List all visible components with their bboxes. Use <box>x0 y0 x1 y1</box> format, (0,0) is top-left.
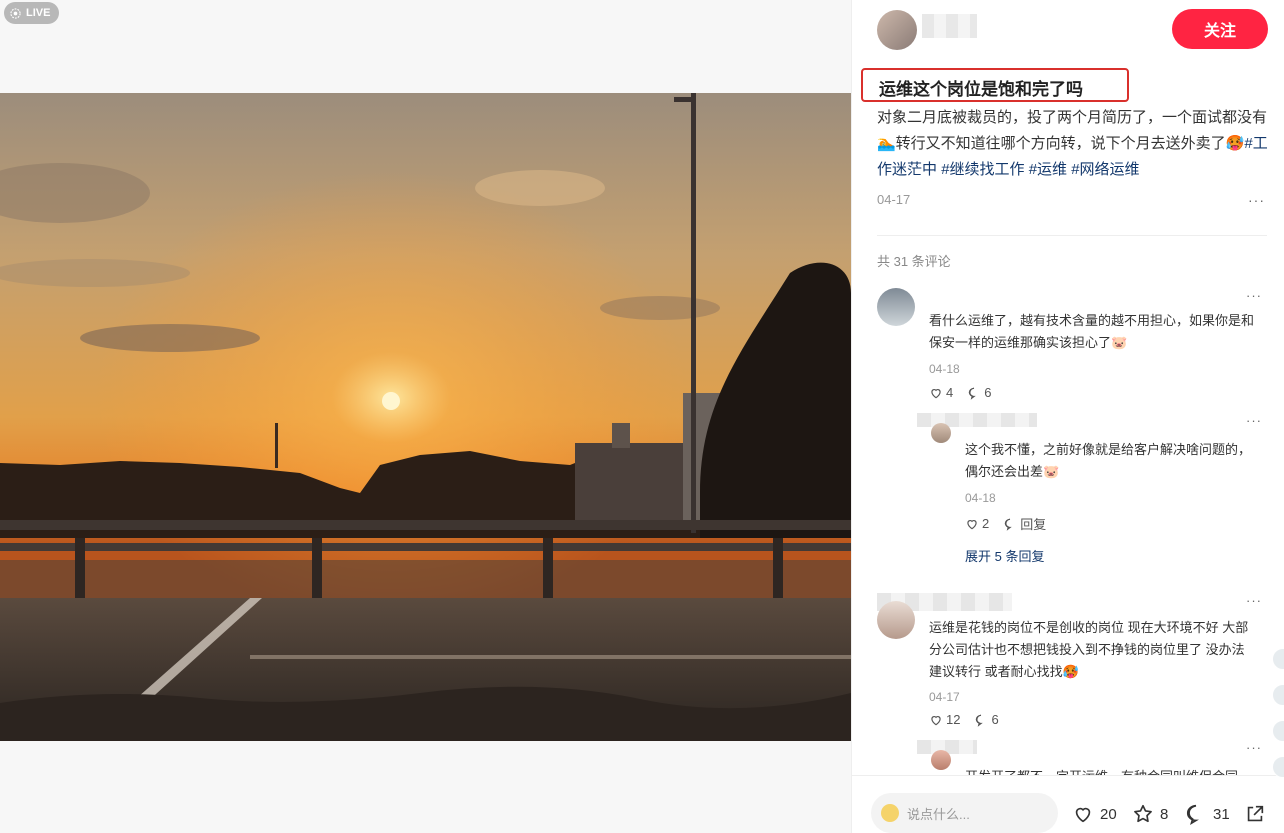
comment-like-button[interactable]: 12 <box>929 712 960 727</box>
heart-icon <box>1075 807 1091 823</box>
live-label: LIVE <box>26 7 51 19</box>
emoji-icon[interactable] <box>881 804 899 822</box>
reply-actions: 2 回复 <box>965 514 1046 533</box>
like-count: 20 <box>1100 805 1117 823</box>
star-icon <box>1134 804 1152 823</box>
sunset-photo-image <box>0 93 851 741</box>
comment-item: ··· 运维是花钱的岗位不是创收的岗位 现在大环境不好 大部分公司估计也不想把钱… <box>877 593 1262 727</box>
share-button[interactable] <box>1244 803 1266 825</box>
post-date: 04-17 <box>877 192 911 207</box>
comment-like-button[interactable]: 4 <box>929 385 953 400</box>
reply-more-icon[interactable]: ··· <box>1246 413 1262 428</box>
reply-like-button[interactable]: 2 <box>965 516 989 531</box>
comment-total: 31 <box>1213 805 1230 823</box>
comment-reply-button[interactable]: 6 <box>967 385 991 400</box>
comment-more-icon[interactable]: ··· <box>1246 593 1262 608</box>
expand-replies-link[interactable]: 展开 5 条回复 <box>965 546 1044 565</box>
live-badge[interactable]: LIVE <box>4 2 60 24</box>
replier-avatar[interactable] <box>931 423 951 443</box>
heart-icon <box>931 715 941 725</box>
live-photo-icon <box>10 7 21 19</box>
media-viewer: LIVE <box>0 0 851 833</box>
hashtag-link[interactable]: #继续找工作 <box>941 161 1024 178</box>
heart-icon <box>931 388 941 398</box>
collect-count: 8 <box>1160 805 1169 823</box>
post-title: 运维这个岗位是饱和完了吗 <box>861 68 1129 102</box>
side-avatar[interactable] <box>1272 684 1284 706</box>
interaction-bar: 说点什么... 20 8 31 <box>852 775 1284 833</box>
chat-bubble-icon <box>1187 804 1199 825</box>
like-button[interactable]: 20 <box>1072 803 1117 825</box>
commenter-avatar[interactable] <box>877 601 915 639</box>
side-avatar[interactable] <box>1272 648 1284 670</box>
replier-avatar[interactable] <box>931 750 951 770</box>
follow-button[interactable]: 关注 <box>1172 9 1268 49</box>
hashtag-link[interactable]: #网络运维 <box>1071 161 1139 178</box>
divider <box>877 235 1267 236</box>
chat-bubble-icon <box>969 387 976 400</box>
post-detail-panel: 关注 运维这个岗位是饱和完了吗 对象二月底被裁员的，投了两个月简历了，一个面试都… <box>851 0 1284 833</box>
side-avatar[interactable] <box>1272 720 1284 742</box>
post-photo[interactable] <box>0 93 851 741</box>
hashtag-link[interactable]: #运维 <box>1029 161 1067 178</box>
reply-more-icon[interactable]: ··· <box>1246 740 1262 755</box>
comment-button[interactable]: 31 <box>1185 803 1230 825</box>
comment-like-count: 4 <box>946 385 954 400</box>
chat-bubble-icon <box>976 714 984 727</box>
comment-date: 04-17 <box>929 690 960 704</box>
comment-count: 共 31 条评论 <box>877 254 951 269</box>
chat-bubble-icon <box>1005 518 1012 531</box>
heart-icon <box>967 519 977 529</box>
post-more-icon[interactable]: ··· <box>1248 192 1265 208</box>
reply-text: 这个我不懂，之前好像就是给客户解决啥问题的，偶尔还会出差🐷 <box>965 442 1252 479</box>
comment-text: 看什么运维了，越有技术含量的越不用担心，如果你是和保安一样的运维那确实该担心了🐷 <box>929 313 1255 350</box>
reply-date: 04-18 <box>965 491 996 505</box>
author-row: 关注 <box>852 0 1284 58</box>
collect-button[interactable]: 8 <box>1132 803 1168 825</box>
post-description: 对象二月底被裁员的，投了两个月简历了，一个面试都没有🏊转行又不知道往哪个方向转，… <box>877 105 1272 183</box>
comment-actions: 12 6 <box>929 712 999 727</box>
reply-reply-label: 回复 <box>1020 517 1047 532</box>
comment-input[interactable]: 说点什么... <box>871 793 1058 833</box>
side-avatar[interactable] <box>1272 756 1284 778</box>
comment-like-count: 12 <box>946 712 961 727</box>
reply-reply-button[interactable]: 回复 <box>1003 514 1046 533</box>
author-avatar[interactable] <box>877 10 917 50</box>
reply-like-count: 2 <box>982 516 990 531</box>
side-avatar-stack <box>1272 648 1284 792</box>
share-icon <box>1247 805 1264 822</box>
comment-item: ··· 看什么运维了，越有技术含量的越不用担心，如果你是和保安一样的运维那确实该… <box>877 288 1262 408</box>
comment-reply-button[interactable]: 6 <box>974 712 999 727</box>
reply-item: ··· 开发开了都不一定开运维，有种合同叫维保合同 <box>917 740 1262 775</box>
reply-item: ··· 这个我不懂，之前好像就是给客户解决啥问题的，偶尔还会出差🐷 04-18 … <box>917 413 1262 553</box>
comment-text: 运维是花钱的岗位不是创收的岗位 现在大环境不好 大部分公司估计也不想把钱投入到不… <box>929 620 1249 679</box>
post-scroll-area[interactable]: 运维这个岗位是饱和完了吗 对象二月底被裁员的，投了两个月简历了，一个面试都没有🏊… <box>852 58 1284 775</box>
reply-text: 开发开了都不一定开运维，有种合同叫维保合同 <box>965 766 1255 775</box>
comment-input-placeholder: 说点什么... <box>907 806 970 822</box>
author-name[interactable] <box>922 14 977 38</box>
comment-date: 04-18 <box>929 362 960 376</box>
comment-reply-count: 6 <box>991 712 999 727</box>
comment-more-icon[interactable]: ··· <box>1246 288 1262 303</box>
post-description-text: 对象二月底被裁员的，投了两个月简历了，一个面试都没有🏊转行又不知道往哪个方向转，… <box>877 109 1268 152</box>
comment-reply-count: 6 <box>984 385 992 400</box>
comment-actions: 4 6 <box>929 385 991 400</box>
